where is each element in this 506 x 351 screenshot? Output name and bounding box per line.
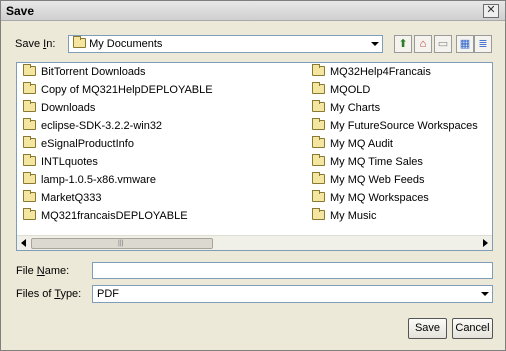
file-name-label: File Name: [16, 265, 69, 277]
folder-icon [23, 190, 36, 202]
list-item-label: My Charts [330, 102, 381, 114]
folder-icon [312, 136, 325, 148]
list-item[interactable]: Downloads [23, 100, 95, 117]
folder-icon [23, 154, 36, 166]
list-item-label: My MQ Time Sales [330, 156, 423, 168]
list-item[interactable]: My Charts [312, 100, 380, 117]
folder-icon [312, 190, 325, 202]
list-item-label: MQ32Help4Francais [330, 66, 431, 78]
save-in-dropdown[interactable]: My Documents [68, 35, 383, 53]
folder-icon [23, 208, 36, 220]
list-item-label: MQOLD [330, 84, 371, 96]
horizontal-scrollbar[interactable]: ||| [17, 235, 492, 250]
list-item-label: My MQ Audit [330, 138, 393, 150]
file-name-label-prefix: File [16, 265, 37, 277]
list-item[interactable]: eclipse-SDK-3.2.2-win32 [23, 118, 162, 135]
list-item-label: lamp-1.0.5-x86.vmware [41, 174, 156, 186]
scroll-right-icon[interactable] [483, 239, 488, 247]
up-one-level-button[interactable]: ⬆ [394, 35, 412, 53]
list-item[interactable]: lamp-1.0.5-x86.vmware [23, 172, 156, 189]
list-item-label: MarketQ333 [41, 192, 102, 204]
file-name-label-suffix: ame: [44, 265, 70, 277]
save-in-label-prefix: Save [15, 38, 44, 50]
list-item[interactable]: Copy of MQ321HelpDEPLOYABLE [23, 82, 213, 99]
cancel-button[interactable]: Cancel [452, 318, 493, 339]
up-one-level-icon: ⬆ [398, 38, 408, 50]
list-item[interactable]: BitTorrent Downloads [23, 64, 146, 81]
scroll-left-icon[interactable] [21, 239, 26, 247]
list-item[interactable]: My MQ Audit [312, 136, 393, 153]
list-item[interactable]: eSignalProductInfo [23, 136, 134, 153]
list-item[interactable]: My Music [312, 208, 376, 225]
folder-icon [23, 64, 36, 76]
save-in-value: My Documents [89, 38, 163, 50]
list-item-label: MQ321francaisDEPLOYABLE [41, 210, 188, 222]
folder-icon [23, 118, 36, 130]
file-name-label-mnemonic: N [36, 265, 45, 277]
list-item-label: Downloads [41, 102, 96, 114]
home-button[interactable]: ⌂ [414, 35, 432, 53]
save-in-value-wrap: My Documents [73, 36, 163, 50]
list-item-label: My FutureSource Workspaces [330, 120, 478, 132]
list-item[interactable]: MQOLD [312, 82, 370, 99]
details-view-icon: ≣ [478, 38, 488, 50]
file-list[interactable]: BitTorrent Downloads Copy of MQ321HelpDE… [16, 62, 493, 251]
dialog-title: Save [6, 4, 35, 18]
save-button[interactable]: Save [408, 318, 447, 339]
folder-icon [23, 172, 36, 184]
list-item-label: Copy of MQ321HelpDEPLOYABLE [41, 84, 213, 96]
grip-icon: ||| [118, 240, 124, 247]
folder-icon [73, 36, 86, 48]
list-item[interactable]: INTLquotes [23, 154, 98, 171]
list-item-label: My MQ Workspaces [330, 192, 429, 204]
folder-icon [312, 172, 325, 184]
list-item[interactable]: My MQ Workspaces [312, 190, 429, 207]
file-type-label: Files of Type: [16, 288, 81, 300]
list-item[interactable]: My MQ Time Sales [312, 154, 423, 171]
list-item-label: My MQ Web Feeds [330, 174, 425, 186]
list-item[interactable]: MQ32Help4Francais [312, 64, 431, 81]
close-button[interactable]: ✕ [483, 4, 499, 18]
list-view-button[interactable]: ▦ [456, 35, 474, 53]
file-type-dropdown[interactable]: PDF [92, 285, 493, 303]
list-item[interactable]: My MQ Web Feeds [312, 172, 425, 189]
file-type-label-suffix: ype: [60, 288, 82, 300]
list-item[interactable]: MarketQ333 [23, 190, 102, 207]
list-item[interactable]: MQ321francaisDEPLOYABLE [23, 208, 188, 225]
folder-icon [312, 64, 325, 76]
home-icon: ⌂ [419, 38, 427, 50]
title-bar: Save ✕ [1, 1, 505, 21]
folder-icon [312, 100, 325, 112]
list-item-label: BitTorrent Downloads [41, 66, 146, 78]
list-view-icon: ▦ [459, 38, 471, 50]
folder-icon [23, 82, 36, 94]
new-folder-button[interactable]: ▭ [434, 35, 452, 53]
new-folder-icon: ▭ [437, 38, 449, 50]
save-dialog: Save ✕ Save In: My Documents ⬆ ⌂ ▭ ▦ ≣ B… [0, 0, 506, 351]
file-type-value: PDF [97, 288, 119, 300]
list-item-label: eSignalProductInfo [41, 138, 134, 150]
folder-icon [312, 208, 325, 220]
folder-icon [23, 100, 36, 112]
folder-icon [312, 154, 325, 166]
list-item-label: eclipse-SDK-3.2.2-win32 [41, 120, 163, 132]
details-view-button[interactable]: ≣ [474, 35, 492, 53]
folder-icon [23, 136, 36, 148]
save-in-label-suffix: n: [46, 38, 56, 50]
list-item-label: INTLquotes [41, 156, 98, 168]
scrollbar-thumb[interactable]: ||| [31, 238, 213, 249]
folder-icon [312, 82, 325, 94]
chevron-down-icon [481, 292, 489, 296]
save-in-label: Save In: [15, 38, 55, 50]
chevron-down-icon [371, 42, 379, 46]
file-type-label-prefix: Files of [16, 288, 55, 300]
file-name-field[interactable] [92, 262, 493, 279]
list-item-label: My Music [330, 210, 377, 222]
folder-icon [312, 118, 325, 130]
list-item[interactable]: My FutureSource Workspaces [312, 118, 478, 135]
